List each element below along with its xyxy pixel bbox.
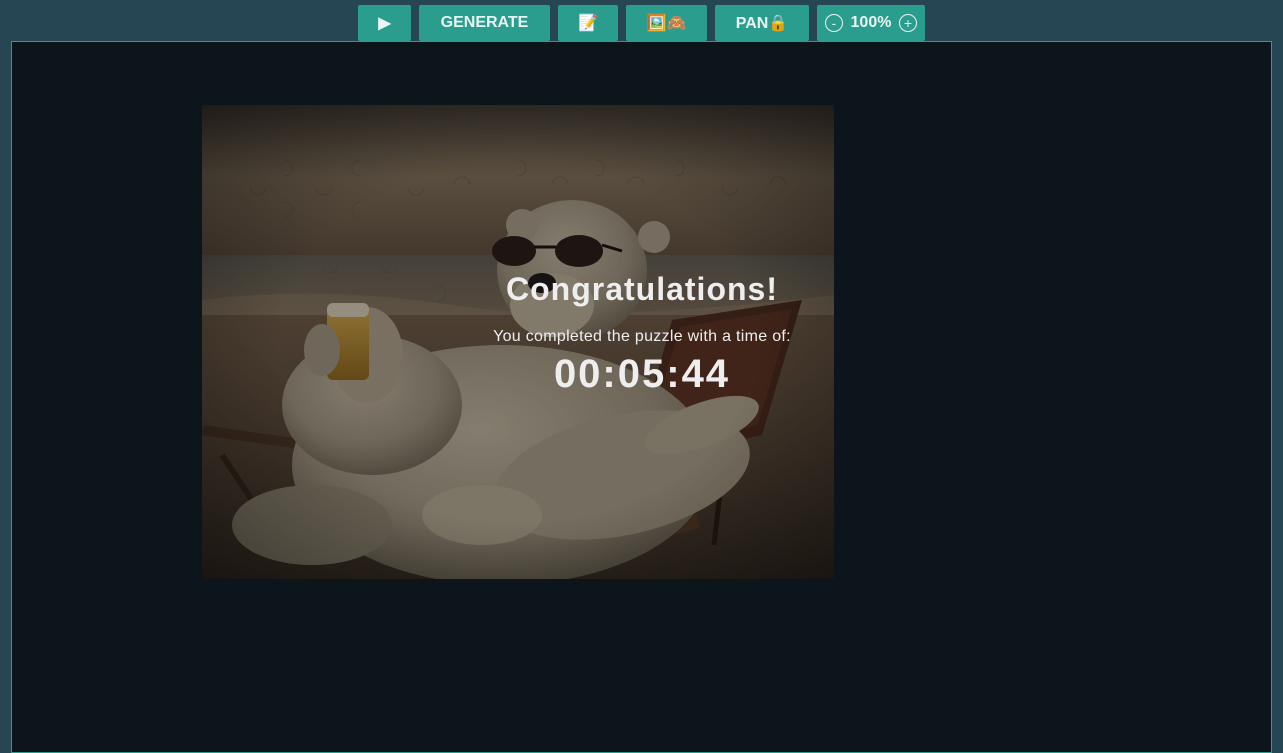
- toolbar: ▶ GENERATE 📝 🖼️🙈 PAN🔒 - 100% +: [358, 5, 925, 41]
- puzzle-board[interactable]: Congratulations! You completed the puzzl…: [11, 41, 1272, 753]
- play-button[interactable]: ▶: [358, 5, 411, 41]
- zoom-in-button[interactable]: +: [898, 14, 917, 32]
- zoom-out-button[interactable]: -: [825, 14, 843, 32]
- preview-toggle-button[interactable]: 🖼️🙈: [626, 5, 707, 41]
- completion-time: 00:05:44: [553, 352, 731, 397]
- completion-message: Congratulations! You completed the puzzl…: [492, 270, 792, 397]
- generate-button[interactable]: GENERATE: [419, 5, 550, 41]
- zoom-control: - 100% +: [817, 5, 925, 41]
- notes-button[interactable]: 📝: [558, 5, 618, 41]
- zoom-level: 100%: [850, 14, 892, 31]
- completion-text: You completed the puzzle with a time of:: [493, 328, 791, 346]
- pan-lock-button[interactable]: PAN🔒: [715, 5, 809, 41]
- congratulations-heading: Congratulations!: [506, 271, 778, 307]
